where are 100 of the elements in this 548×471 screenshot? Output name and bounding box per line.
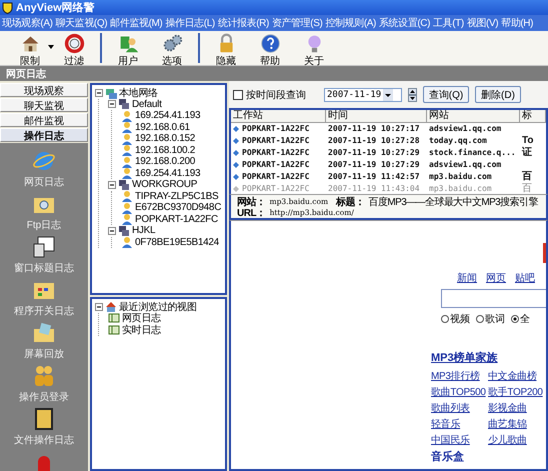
menu-item[interactable]: 聊天监视(Q) bbox=[56, 16, 108, 30]
tree-item[interactable]: 192.168.0.61 bbox=[135, 122, 190, 133]
table-cell: POPKART-1A22FC bbox=[242, 183, 310, 194]
search-field[interactable] bbox=[441, 289, 546, 308]
tree-item[interactable]: POPKART-1A22FC bbox=[135, 214, 218, 225]
toolbar-button[interactable]: 用户 bbox=[108, 33, 148, 63]
tree-item[interactable]: HJKL bbox=[132, 225, 156, 236]
tree-item[interactable]: Default bbox=[132, 98, 162, 110]
house-icon bbox=[105, 300, 117, 313]
menu-item[interactable]: 统计报表(R) bbox=[218, 16, 269, 30]
menu-item[interactable]: 帮助(H) bbox=[501, 16, 534, 30]
nav-tab[interactable]: 现场观察 bbox=[0, 83, 88, 97]
tree-item[interactable]: 0F78BE19E5B1424 bbox=[135, 236, 219, 248]
table-cell-text: stock.finance.q... bbox=[428, 147, 517, 159]
field-label: 网站： bbox=[237, 196, 266, 208]
tree-item[interactable]: 192.168.100.2 bbox=[135, 144, 196, 156]
menu-item[interactable]: 操作日志(L) bbox=[165, 16, 215, 30]
log-type-item[interactable]: 操作员登录 bbox=[19, 364, 69, 407]
radio-button[interactable] bbox=[441, 315, 449, 323]
people-icon bbox=[32, 364, 56, 388]
caret-icon[interactable] bbox=[48, 45, 54, 49]
book-icon bbox=[32, 407, 56, 431]
user-icon bbox=[121, 132, 133, 145]
menu-item[interactable]: 现场观察(A) bbox=[2, 16, 53, 30]
toolbar-button[interactable]: 帮助 bbox=[250, 33, 290, 63]
menu-item[interactable]: 邮件监视(M) bbox=[110, 16, 162, 30]
tree-item[interactable]: 网页日志 bbox=[122, 311, 161, 326]
menu-item[interactable]: 系统设置(C) bbox=[378, 16, 430, 30]
collapse-icon[interactable] bbox=[95, 302, 103, 311]
chart-link[interactable]: 轻音乐 bbox=[431, 417, 460, 431]
chart-link[interactable]: 歌手TOP200 bbox=[488, 385, 543, 399]
nav-tab[interactable]: 聊天监视 bbox=[0, 98, 88, 112]
table-cell-text: 百 bbox=[521, 183, 533, 194]
collapse-icon[interactable] bbox=[108, 226, 116, 235]
chart-link[interactable]: 歌曲列表 bbox=[431, 401, 470, 415]
checkbox[interactable] bbox=[233, 90, 243, 100]
nav-link[interactable]: 新闻 bbox=[457, 271, 477, 285]
table-cell: POPKART-1A22FC bbox=[242, 171, 310, 183]
log-type-item[interactable]: Ftp日志 bbox=[26, 192, 62, 235]
collapse-icon[interactable] bbox=[108, 180, 116, 189]
chart-link[interactable]: MP3排行榜 bbox=[431, 369, 480, 383]
menu-item[interactable]: 视图(V) bbox=[466, 16, 498, 30]
toolbar-button[interactable]: 限制 bbox=[10, 33, 50, 63]
chart-link[interactable]: 曲艺集锦 bbox=[488, 417, 527, 431]
toolbar-button[interactable]: 过滤 bbox=[54, 33, 94, 63]
toolbar-button[interactable]: 关于 bbox=[294, 33, 334, 63]
table-cell-text: 证 bbox=[520, 147, 533, 159]
tree-item[interactable]: 实时日志 bbox=[122, 322, 161, 337]
nav-tab[interactable]: 操作日志 bbox=[0, 128, 88, 142]
toolbar-button[interactable]: 选项 bbox=[152, 33, 192, 63]
log-type-item[interactable]: 文件操作日志 bbox=[14, 407, 74, 450]
chart-link[interactable]: 中文金曲榜 bbox=[488, 369, 537, 383]
checkbox-label: 按时间段查询 bbox=[246, 88, 306, 102]
tree-item[interactable]: 最近浏览过的视图 bbox=[119, 300, 197, 314]
chart-link[interactable]: 影视金曲 bbox=[488, 401, 527, 415]
user-icon bbox=[121, 167, 133, 180]
chart-link[interactable]: 中国民乐 bbox=[431, 433, 470, 447]
collapse-icon[interactable] bbox=[108, 100, 116, 108]
tree-item[interactable]: E672BC9370D948C bbox=[135, 202, 222, 214]
column-header[interactable]: 标 bbox=[520, 110, 546, 123]
query-button[interactable]: 查询(Q) bbox=[423, 86, 469, 103]
tree-item[interactable]: 192.168.0.152 bbox=[135, 133, 196, 144]
query-button[interactable]: 删除(D) bbox=[475, 86, 521, 103]
chart-link[interactable]: 歌曲TOP500 bbox=[431, 385, 486, 399]
shield-icon bbox=[2, 2, 13, 14]
collapse-icon[interactable] bbox=[95, 88, 103, 97]
table-cell: POPKART-1A22FC bbox=[242, 123, 310, 135]
column-header[interactable]: 工作站 bbox=[231, 110, 326, 123]
log-type-item[interactable]: 屏幕回放 bbox=[24, 321, 64, 364]
tree-item[interactable]: 本地网络 bbox=[119, 86, 158, 100]
menu-item[interactable]: 控制规则(A) bbox=[325, 16, 376, 30]
table-cell-text: mp3.baidu.com bbox=[428, 171, 493, 183]
nav-link[interactable]: 贴吧 bbox=[515, 271, 535, 285]
computers-icon bbox=[118, 178, 130, 191]
column-header[interactable]: 时间 bbox=[326, 110, 427, 123]
tree-item[interactable]: 169.254.41.193 bbox=[135, 110, 200, 122]
spinner-icon[interactable] bbox=[408, 88, 417, 102]
log-type-item[interactable]: 网页日志 bbox=[24, 149, 64, 192]
table-cell: POPKART-1A22FC bbox=[242, 147, 310, 159]
lifebuoy-icon bbox=[64, 33, 84, 54]
nav-link[interactable]: 网页 bbox=[486, 271, 506, 285]
menu-item[interactable]: 工具(T) bbox=[433, 16, 464, 30]
chart-link[interactable]: 少儿歌曲 bbox=[488, 433, 527, 447]
log-type-item[interactable]: 窗口标题日志 bbox=[14, 235, 74, 278]
tree-item[interactable]: 169.254.41.193 bbox=[135, 168, 200, 179]
column-header[interactable]: 网站 bbox=[427, 110, 520, 123]
log-type-item[interactable]: 程序开关日志 bbox=[14, 278, 74, 321]
tree-item[interactable]: TIPRAY-ZLP5C1BS bbox=[135, 190, 218, 202]
date-field[interactable]: 2007-11-19 bbox=[324, 88, 402, 102]
network-icon bbox=[105, 86, 117, 99]
nav-tab[interactable]: 邮件监视 bbox=[0, 113, 88, 127]
radio-button[interactable] bbox=[476, 315, 484, 323]
menu-item[interactable]: 资产管理(S) bbox=[272, 16, 322, 30]
toolbar-button[interactable]: 隐藏 bbox=[206, 33, 246, 63]
tree-item[interactable]: WORKGROUP bbox=[132, 179, 198, 190]
radio-button[interactable] bbox=[511, 315, 519, 323]
section-heading[interactable]: MP3榜单家族 bbox=[431, 350, 498, 365]
table-cell-text: 2007-11-19 10:27:29 bbox=[327, 147, 421, 159]
dropdown-icon[interactable] bbox=[383, 88, 393, 100]
tree-item[interactable]: 192.168.0.200 bbox=[135, 156, 196, 168]
